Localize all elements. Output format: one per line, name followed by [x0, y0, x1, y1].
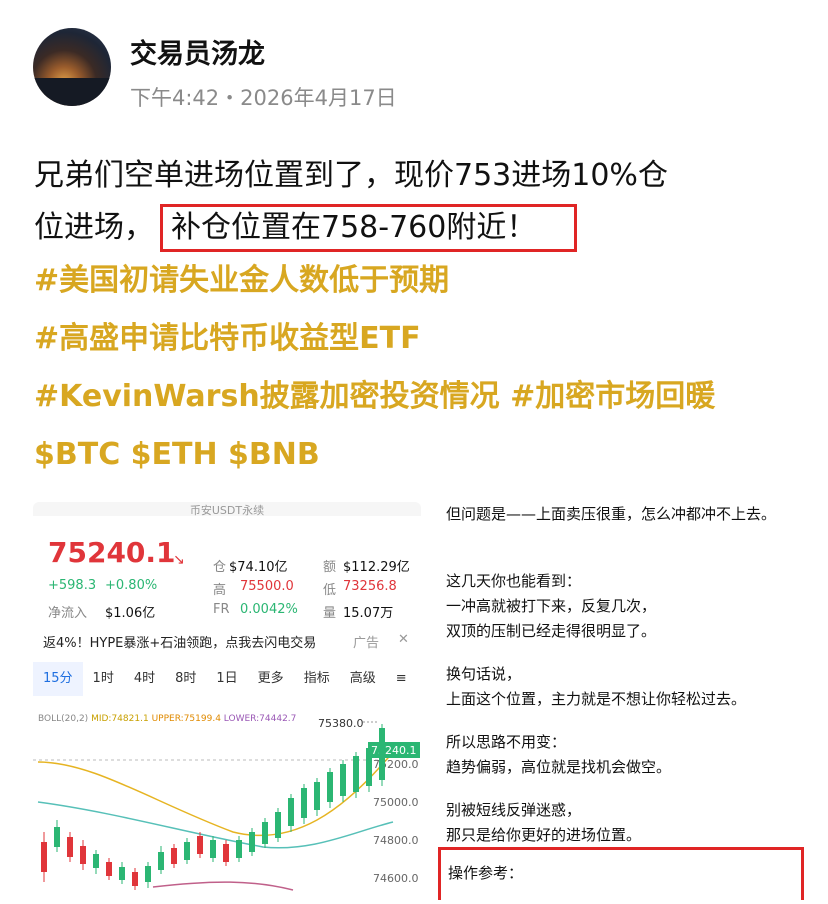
candle-body: [67, 837, 73, 857]
paragraph-4b: 趋势偏弱，高位就是找机会做空。: [446, 758, 672, 776]
axis-label-75000: 75000.0: [373, 796, 419, 809]
candle-body: [54, 827, 60, 847]
paragraph-3a: 换句话说，: [446, 665, 522, 683]
candle-body: [41, 842, 47, 872]
paragraph-5b: 那只是给你更好的进场位置。: [446, 826, 642, 844]
avatar[interactable]: [33, 28, 111, 106]
paragraph-2c: 双顶的压制已经走得很明显了。: [446, 622, 657, 640]
candle-body: [158, 852, 164, 870]
cashtag-item[interactable]: $BTC $ETH $BNB: [34, 426, 814, 484]
candle-body: [106, 862, 112, 876]
candle-body: [132, 872, 138, 886]
hashtag-item[interactable]: #美国初请失业金人数低于预期: [34, 252, 814, 310]
hashtag-item[interactable]: #KevinWarsh披露加密投资情况 #加密市场回暖: [34, 368, 814, 426]
candle-body: [223, 844, 229, 862]
candle-body: [197, 836, 203, 854]
axis-label-74600: 74600.0: [373, 872, 419, 885]
author-name[interactable]: 交易员汤龙: [130, 32, 265, 71]
paragraph-2b: 一冲高就被打下来，反复几次，: [446, 597, 657, 615]
hashtag-item[interactable]: #高盛申请比特币收益型ETF: [34, 310, 814, 368]
axis-label-current: 75240.1: [371, 744, 417, 757]
paragraph-1: 但问题是——上面卖压很重，怎么冲都冲不上去。: [446, 505, 777, 523]
candle-body: [184, 842, 190, 860]
paragraph-2a: 这几天你也能看到：: [446, 572, 582, 590]
candle-body: [366, 748, 372, 786]
post-timestamp: 下午4:42・2026年4月17日: [130, 86, 397, 110]
boll-extra-line: [152, 881, 294, 891]
candle-body: [93, 854, 99, 868]
candle-body: [119, 867, 125, 880]
candle-body: [236, 840, 242, 858]
highlighted-text: 补仓位置在758-760附近！: [160, 204, 578, 252]
boll-mid-line: [37, 751, 394, 837]
axis-label-high: 75380.0: [318, 717, 364, 730]
candle-body: [379, 728, 385, 780]
candle-body: [145, 866, 151, 882]
post-body: 兄弟们空单进场位置到了，现价753进场10%仓 位进场， 补仓位置在758-760…: [34, 150, 804, 254]
candle-body: [210, 840, 216, 858]
axis-label-74800: 74800.0: [373, 834, 419, 847]
candle-body: [262, 822, 268, 844]
candle-body: [301, 788, 307, 818]
candle-body: [340, 764, 346, 796]
post-line-1: 兄弟们空单进场位置到了，现价753进场10%仓: [34, 158, 668, 193]
paragraph-5a: 别被短线反弹迷惑，: [446, 801, 582, 819]
attached-image-text[interactable]: 但问题是——上面卖压很重，怎么冲都冲不上去。 这几天你也能看到： 一冲高就被打下…: [430, 502, 820, 900]
candle-body: [80, 846, 86, 864]
operation-reference: 操作参考：: [448, 864, 524, 882]
candle-body: [327, 772, 333, 802]
candle-body: [353, 756, 359, 792]
post-line-2: 位进场， 补仓位置在758-760附近！: [34, 202, 804, 254]
candlestick-chart[interactable]: 75380.0 75240.1 75200.0 75000.0 74800.0 …: [33, 502, 421, 900]
candle-body: [171, 848, 177, 864]
candle-body: [275, 812, 281, 838]
candle-body: [314, 782, 320, 810]
post-line-2-prefix: 位进场，: [34, 210, 154, 245]
paragraph-4a: 所以思路不用变：: [446, 733, 567, 751]
hashtag-list: #美国初请失业金人数低于预期 #高盛申请比特币收益型ETF #KevinWars…: [34, 252, 814, 484]
paragraph-3b: 上面这个位置，主力就是不想让你轻松过去。: [446, 690, 747, 708]
attached-image-chart[interactable]: 币安USDT永续 75240.1 ↘ +598.3 +0.80% 净流入 $1.…: [33, 502, 421, 900]
candle-body: [288, 798, 294, 826]
candle-body: [249, 832, 255, 852]
